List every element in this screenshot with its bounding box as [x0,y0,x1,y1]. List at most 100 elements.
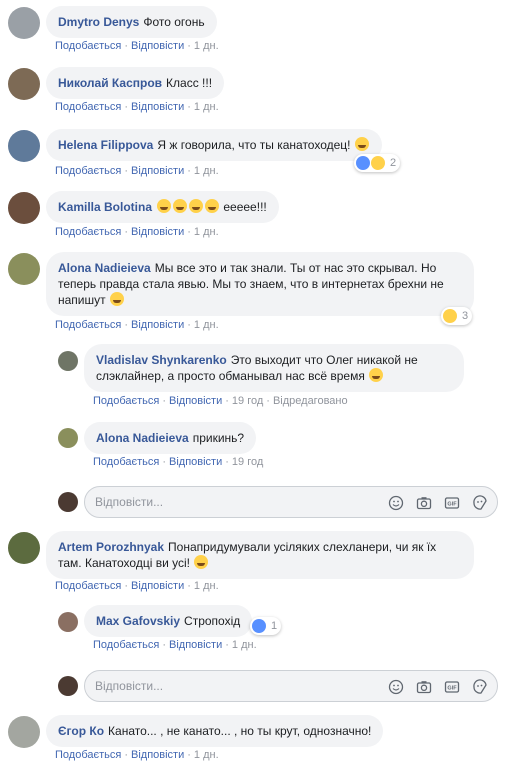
camera-icon[interactable] [416,495,432,511]
timestamp[interactable]: 1 дн. [232,639,257,651]
like-link[interactable]: Подобається [93,456,159,468]
timestamp[interactable]: 1 дн. [194,226,219,238]
reply-composer: Відповісти... GIF [0,484,507,520]
reply-link[interactable]: Відповісти [131,165,184,177]
reply-link[interactable]: Відповісти [169,456,222,468]
gif-icon[interactable]: GIF [444,679,460,695]
gif-icon[interactable]: GIF [444,495,460,511]
sticker-icon[interactable] [472,679,488,695]
avatar [58,676,78,696]
reply-link[interactable]: Відповісти [131,101,184,113]
svg-text:GIF: GIF [447,502,457,508]
comment-bubble: Alona Nadieieva Мы все это и так знали. Т… [46,252,474,316]
comment-actions: Подобається · Відповісти · 1 дн. [93,639,257,651]
haha-reaction-icon [371,156,385,170]
reaction-count[interactable]: 2 [354,154,401,172]
emoji-icon[interactable] [388,495,404,511]
timestamp[interactable]: 19 год [232,456,263,468]
comment-author[interactable]: Alona Nadieieva [96,431,189,445]
comment-bubble: Николай Каспров Класс !!! [46,67,225,99]
comment-bubble: Kamilla Bolotina еееее!!! [46,191,279,223]
rofl-emoji-icon [157,199,172,213]
like-link[interactable]: Подобається [93,395,159,407]
laughing-emoji-icon [194,555,209,569]
like-link[interactable]: Подобається [93,639,159,651]
edited-label[interactable]: Відредаговано [273,395,348,407]
reply-link[interactable]: Відповісти [131,749,184,761]
timestamp[interactable]: 1 дн. [194,319,219,331]
camera-icon[interactable] [416,679,432,695]
reply-link[interactable]: Відповісти [131,40,184,52]
comment-bubble: Artem Porozhnyak Понапридумували усіляких… [46,531,474,579]
haha-reaction-icon [443,309,457,323]
comment-bubble: Єгор Ко Канато... , не канато... , но ты … [46,715,384,747]
comment-bubble: Vladislav Shynkarenko Это выходит что Оле… [84,344,464,392]
comment-author[interactable]: Max Gafovskiy [96,614,180,628]
comment-actions: Подобається · Відповісти · 1 дн. [55,101,219,113]
like-link[interactable]: Подобається [55,165,121,177]
timestamp[interactable]: 1 дн. [194,749,219,761]
avatar [58,492,78,512]
avatar[interactable] [8,716,40,748]
comment-author[interactable]: Helena Filippova [58,138,153,152]
reply-composer: Відповісти... GIF [0,668,507,704]
reply-link[interactable]: Відповісти [131,319,184,331]
like-link[interactable]: Подобається [55,580,121,592]
comment-text: Я ж говорила, что ты канатоходец! [157,138,351,152]
rofl-emoji-icon [205,199,220,213]
sticker-icon[interactable] [472,495,488,511]
laughing-emoji-icon [369,368,384,382]
comment-actions: Подобається · Відповісти · 1 дн. [55,40,219,52]
comment-author[interactable]: Dmytro Denys [58,15,139,29]
comment-author[interactable]: Николай Каспров [58,76,162,90]
laughing-emoji-icon [354,137,369,151]
reaction-count[interactable]: 1 [250,617,282,635]
like-reaction-icon [252,619,266,633]
emoji-icon[interactable] [388,679,404,695]
reply-input[interactable]: Відповісти... GIF [84,670,498,702]
rofl-emoji-icon [173,199,188,213]
reaction-count[interactable]: 3 [441,307,473,325]
avatar[interactable] [8,7,40,39]
like-link[interactable]: Подобається [55,319,121,331]
reply-link[interactable]: Відповісти [131,226,184,238]
reply-link[interactable]: Відповісти [169,639,222,651]
avatar[interactable] [8,253,40,285]
comment-author[interactable]: Єгор Ко [58,724,104,738]
avatar[interactable] [8,68,40,100]
comment-author[interactable]: Kamilla Bolotina [58,200,152,214]
avatar[interactable] [58,612,78,632]
avatar[interactable] [58,428,78,448]
comment-text: Канато... , не канато... , но ты крут, о… [108,724,372,738]
comment-author[interactable]: Alona Nadieieva [58,261,151,275]
comment-actions: Подобається · Відповісти · 1 дн. [55,319,219,331]
reply-placeholder: Відповісти... [95,495,164,509]
avatar[interactable] [8,532,40,564]
reply-input[interactable]: Відповісти... GIF [84,486,498,518]
comment-actions: Подобається · Відповісти · 1 дн. [55,165,219,177]
avatar[interactable] [58,351,78,371]
like-link[interactable]: Подобається [55,40,121,52]
comment-bubble: Helena Filippova Я ж говорила, что ты кан… [46,129,382,161]
reply-link[interactable]: Відповісти [169,395,222,407]
avatar[interactable] [8,192,40,224]
like-link[interactable]: Подобається [55,101,121,113]
timestamp[interactable]: 1 дн. [194,40,219,52]
like-link[interactable]: Подобається [55,226,121,238]
timestamp[interactable]: 1 дн. [194,165,219,177]
like-link[interactable]: Подобається [55,749,121,761]
comment-text: Класс !!! [166,76,213,90]
rofl-emoji-icon [189,199,204,213]
svg-text:GIF: GIF [447,686,457,692]
timestamp[interactable]: 1 дн. [194,580,219,592]
comment-bubble: Dmytro Denys Фото огонь [46,6,217,38]
timestamp[interactable]: 19 год [232,395,263,407]
comment-text: прикинь? [192,431,245,445]
comment-author[interactable]: Artem Porozhnyak [58,540,164,554]
comment-actions: Подобається · Відповісти · 19 год · Відредагов… [93,395,348,407]
comment-text: Стропохід [184,614,241,628]
comment-author[interactable]: Vladislav Shynkarenko [96,353,227,367]
timestamp[interactable]: 1 дн. [194,101,219,113]
reply-link[interactable]: Відповісти [131,580,184,592]
avatar[interactable] [8,130,40,162]
